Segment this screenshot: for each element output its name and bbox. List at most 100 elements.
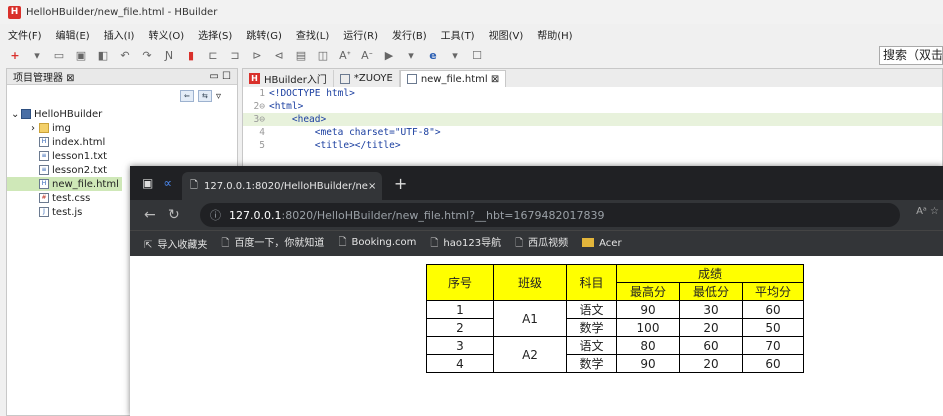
preview-icon[interactable]: ▤ [294,48,308,62]
menu-help[interactable]: 帮助(H) [537,27,572,42]
code-line: 1 <!DOCTYPE html> [243,87,942,100]
back-icon[interactable]: ← [144,207,168,223]
bookmark-booking[interactable]: 🗋 Booking.com [338,235,416,252]
dropdown-arrow-icon[interactable]: ▾ [404,48,418,62]
project-panel-tab[interactable]: 项目管理器 ⊠ ▭ ☐ [7,69,237,85]
tree-item-label: test.css [52,192,91,204]
code-text: <title></title> [269,140,401,151]
address-bar[interactable]: ⓘ 127.0.0.1 :8020/HelloHBuilder/new_file… [200,203,900,227]
folder-icon [582,238,595,247]
bookmark-label: 导入收藏夹 [157,240,208,251]
undo-icon[interactable]: ↶ [118,48,132,62]
expand-icon[interactable]: ⊐ [228,48,242,62]
reload-icon[interactable]: ↻ [168,207,192,223]
menu-select[interactable]: 选择(S) [198,27,232,42]
bookmark-import[interactable]: ⇱ 导入收藏夹 [144,236,207,251]
menu-tools[interactable]: 工具(T) [441,27,475,42]
page-icon: 🗋 [515,238,524,249]
code-area[interactable]: 1 <!DOCTYPE html> 2⊖ <html> 3⊖ <head> 4 … [243,87,942,152]
menu-publish[interactable]: 发行(B) [392,27,427,42]
table-cell: A1 [493,300,567,337]
step-icon[interactable]: ⊳ [250,48,264,62]
header-cell: 最高分 [616,282,680,301]
menu-goto[interactable]: 跳转(G) [246,27,282,42]
bookmark-acer[interactable]: Acer [582,238,622,249]
console-icon[interactable]: ☐ [470,48,484,62]
table-cell: 语文 [566,336,617,355]
tree-item-index-html[interactable]: H index.html [7,135,237,149]
tree-item-img-folder[interactable]: › img [7,121,237,135]
dropdown-arrow-icon[interactable]: ▾ [30,48,44,62]
bookmarks-bar: ⇱ 导入收藏夹 🗋 百度一下，你就知道 🗋 Booking.com 🗋 hao123导航… [130,230,943,256]
new-file-icon[interactable]: + [8,48,22,62]
workspace-icon[interactable]: ▣ [142,176,153,190]
search-input[interactable]: 搜索（双击 [879,46,943,65]
menu-file[interactable]: 文件(F) [8,27,42,42]
table-cell: 100 [616,318,680,337]
tree-item-label: lesson1.txt [52,150,108,162]
browser-tab-active[interactable]: 🗋 127.0.0.1:8020/HelloHBuilder/ne × [181,172,382,200]
table-cell: 70 [742,336,804,355]
header-cell: 科目 [566,264,617,301]
expand-chevron-icon[interactable]: › [31,123,39,134]
tab-hbuilder-intro[interactable]: H HBuilder入门 [243,70,334,87]
tree-item-new-file-html[interactable]: H new_file.html [7,177,122,191]
menu-escape[interactable]: 转义(O) [148,27,184,42]
read-aloud-favorite-icons[interactable]: Aᵃ ☆ [916,206,939,217]
close-tab-icon[interactable]: × [368,181,376,192]
html-file-icon: H [39,137,49,147]
save-icon[interactable]: ▭ [52,48,66,62]
compare-icon[interactable]: ⊲ [272,48,286,62]
bookmark-xigua[interactable]: 🗋 西瓜视频 [515,234,568,253]
table-cell: 20 [679,354,743,373]
menu-insert[interactable]: 插入(I) [104,27,135,42]
font-decrease-icon[interactable]: Aᐨ [360,48,374,62]
hbuilder-logo-icon: H [8,5,21,19]
tree-item-project[interactable]: ⌄ HelloHBuilder [7,107,237,121]
header-cell: 平均分 [742,282,804,301]
html-file-icon [339,73,350,84]
project-icon [21,109,31,119]
format-icon[interactable]: Ɲ [162,48,176,62]
tree-item-label: test.js [52,206,83,218]
code-line: 4 <meta charset="UTF-8"> [243,126,942,139]
menu-run[interactable]: 运行(R) [343,27,378,42]
table-cell: 30 [679,300,743,319]
line-number: 1 [259,88,265,99]
tree-item-label: new_file.html [52,178,119,190]
view-menu-icon[interactable]: ▿ [216,91,221,102]
font-increase-icon[interactable]: Aᐩ [338,48,352,62]
bookmark-hao123[interactable]: 🗋 hao123导航 [430,234,501,253]
url-host: 127.0.0.1 [229,208,282,222]
code-text: <html> [269,101,304,112]
info-icon[interactable]: ⓘ [210,207,221,223]
collapse-all-icon[interactable]: ⇐ [179,90,194,102]
tab-zuoye[interactable]: *ZUOYE [334,70,400,87]
tree-item-lesson1[interactable]: ≡ lesson1.txt [7,149,237,163]
close-file-icon[interactable]: ◧ [96,48,110,62]
dropdown-arrow-icon[interactable]: ▾ [448,48,462,62]
tab-new-file-html[interactable]: new_file.html ⊠ [399,70,507,87]
menu-find[interactable]: 查找(L) [296,27,329,42]
collapse-chevron-icon[interactable]: ⌄ [11,109,21,120]
run-icon[interactable]: ▶ [382,48,396,62]
new-tab-button[interactable]: + [394,174,407,193]
minimize-maximize-icon[interactable]: ▭ ☐ [209,71,231,82]
publish-icon[interactable]: e [426,48,440,62]
collections-icon[interactable]: ∝ [163,176,172,190]
bookmark-icon[interactable]: ▮ [184,48,198,62]
menu-edit[interactable]: 编辑(E) [56,27,90,42]
table-cell: A2 [493,336,567,373]
menu-view[interactable]: 视图(V) [489,27,524,42]
line-number: 2⊖ [253,101,265,112]
browser-icon[interactable]: ◫ [316,48,330,62]
table-cell: 50 [742,318,804,337]
save-all-icon[interactable]: ▣ [74,48,88,62]
hbuilder-logo-icon: H [249,73,260,84]
table-cell: 80 [616,336,680,355]
bookmark-baidu[interactable]: 🗋 百度一下，你就知道 [221,234,324,253]
collapse-icon[interactable]: ⊏ [206,48,220,62]
redo-icon[interactable]: ↷ [140,48,154,62]
code-text: <!DOCTYPE html> [269,88,355,99]
link-editor-icon[interactable]: ⇆ [197,90,212,102]
